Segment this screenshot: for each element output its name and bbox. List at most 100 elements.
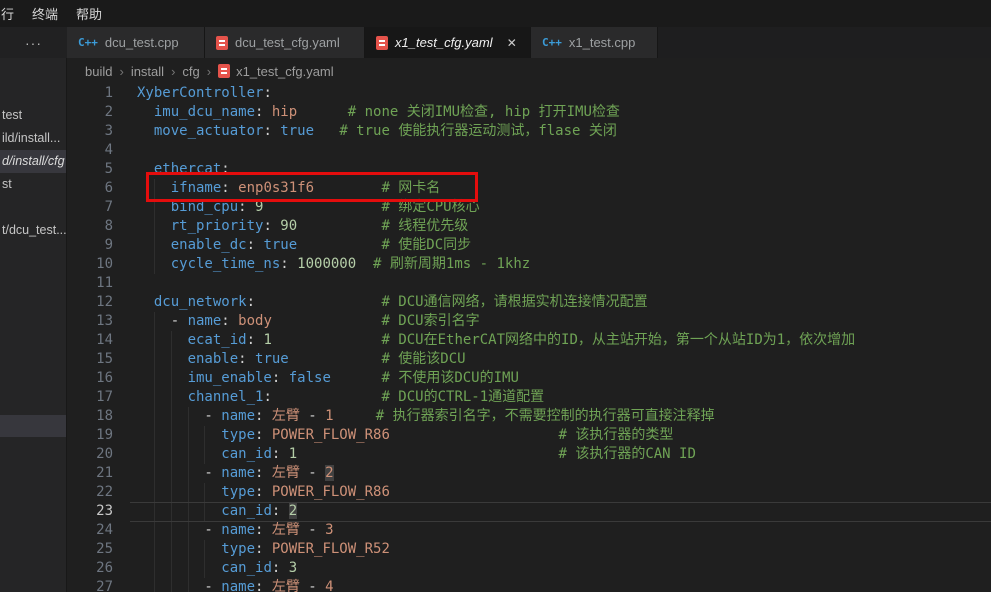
menu-item-1[interactable]: 行 <box>0 4 23 23</box>
code-token: # DCU在EtherCAT网络中的ID，从主站开始，第一个从站ID为1，依次增… <box>381 332 855 348</box>
code-token: ifname <box>171 180 222 196</box>
sidebar-item-3[interactable]: d/install/cfg <box>0 150 66 173</box>
editor-actions-overflow[interactable]: ··· <box>0 27 67 58</box>
line-number: 24 <box>67 521 137 540</box>
menu-item-2[interactable]: 终端 <box>23 4 67 23</box>
code-token: name <box>221 465 255 481</box>
code-token: : <box>255 104 272 120</box>
code-line-6[interactable]: 6 ifname: enp0s31f6 # 网卡名 <box>67 179 991 198</box>
code-token: type <box>221 427 255 443</box>
breadcrumb-item-cfg[interactable]: cfg <box>182 64 199 79</box>
code-line-23[interactable]: 23 can_id: 2 <box>67 502 991 521</box>
code-line-4[interactable]: 4 <box>67 141 991 160</box>
code-line-19[interactable]: 19 type: POWER_FLOW_R86 # 该执行器的类型 <box>67 426 991 445</box>
indent-guide <box>188 445 189 464</box>
breadcrumb-file[interactable]: x1_test_cfg.yaml <box>218 64 334 79</box>
code-token <box>137 560 221 576</box>
code-line-14[interactable]: 14 ecat_id: 1 # DCU在EtherCAT网络中的ID，从主站开始… <box>67 331 991 350</box>
tab-x1_test_cfg.yaml[interactable]: x1_test_cfg.yaml ✕ <box>365 27 531 58</box>
code-line-10[interactable]: 10 cycle_time_ns: 1000000 # 刷新周期1ms - 1k… <box>67 255 991 274</box>
code-token: ecat_id <box>188 332 247 348</box>
code-line-13[interactable]: 13 - name: body # DCU索引名字 <box>67 312 991 331</box>
sidebar-empty-selection[interactable] <box>0 415 67 437</box>
code-line-20[interactable]: 20 can_id: 1 # 该执行器的CAN ID <box>67 445 991 464</box>
line-number: 7 <box>67 198 137 217</box>
indent-guide <box>154 236 155 255</box>
code-token <box>314 123 339 139</box>
code-token: : <box>263 85 271 101</box>
code-token <box>137 294 154 310</box>
code-line-9[interactable]: 9 enable_dc: true # 使能DC同步 <box>67 236 991 255</box>
code-token: name <box>188 313 222 329</box>
breadcrumb-file-name: x1_test_cfg.yaml <box>236 64 334 79</box>
code-line-8[interactable]: 8 rt_priority: 90 # 线程优先级 <box>67 217 991 236</box>
line-number: 18 <box>67 407 137 426</box>
highlighted-token: 2 <box>289 503 297 519</box>
vscode-window: 行终端帮助 ··· C++dcu_test.cppdcu_test_cfg.ya… <box>0 0 991 592</box>
code-token: move_actuator <box>154 123 264 139</box>
indent-guide <box>204 502 205 521</box>
code-token: : <box>255 522 272 538</box>
code-token: # DCU的CTRL-1通道配置 <box>381 389 544 405</box>
indent-guide <box>171 445 172 464</box>
line-number: 12 <box>67 293 137 312</box>
indent-guide <box>171 464 172 483</box>
code-token: # 使能该DCU <box>381 351 465 367</box>
code-token: bind_cpu <box>171 199 238 215</box>
code-line-17[interactable]: 17 channel_1: # DCU的CTRL-1通道配置 <box>67 388 991 407</box>
code-line-26[interactable]: 26 can_id: 3 <box>67 559 991 578</box>
code-token: imu_dcu_name <box>154 104 255 120</box>
code-line-7[interactable]: 7 bind_cpu: 9 # 绑定CPU核心 <box>67 198 991 217</box>
code-token <box>289 351 382 367</box>
code-line-25[interactable]: 25 type: POWER_FLOW_R52 <box>67 540 991 559</box>
line-number: 2 <box>67 103 137 122</box>
code-token: : <box>280 256 297 272</box>
line-number: 1 <box>67 84 137 103</box>
code-token: : <box>247 332 264 348</box>
code-line-18[interactable]: 18 - name: 左臂 - 1 # 执行器索引名字，不需要控制的执行器可直接… <box>67 407 991 426</box>
sidebar-item-5[interactable] <box>0 196 66 219</box>
sidebar-item-2[interactable]: ild/install... <box>0 127 66 150</box>
sidebar-item-1[interactable]: test <box>0 104 66 127</box>
code-line-16[interactable]: 16 imu_enable: false # 不使用该DCU的IMU <box>67 369 991 388</box>
tab-label: x1_test_cfg.yaml <box>395 35 493 50</box>
code-token: 左臂 <box>272 465 300 481</box>
indent-guide <box>204 426 205 445</box>
code-token <box>137 389 188 405</box>
code-line-3[interactable]: 3 move_actuator: true # true 使能执行器运动测试，f… <box>67 122 991 141</box>
code-line-12[interactable]: 12 dcu_network: # DCU通信网络，请根据实机连接情况配置 <box>67 293 991 312</box>
breadcrumb-item-install[interactable]: install <box>131 64 164 79</box>
code-line-15[interactable]: 15 enable: true # 使能该DCU <box>67 350 991 369</box>
code-token <box>356 256 373 272</box>
code-line-1[interactable]: 1XyberController: <box>67 84 991 103</box>
code-token: : <box>221 313 238 329</box>
menu-item-3[interactable]: 帮助 <box>67 4 111 23</box>
code-token: - <box>137 465 221 481</box>
line-number: 5 <box>67 160 137 179</box>
code-token: : <box>247 237 264 253</box>
code-line-22[interactable]: 22 type: POWER_FLOW_R86 <box>67 483 991 502</box>
tab-label: dcu_test.cpp <box>105 35 179 50</box>
code-line-5[interactable]: 5 ethercat: <box>67 160 991 179</box>
code-token: name <box>221 522 255 538</box>
code-token: # 使能DC同步 <box>381 237 471 253</box>
code-token: : <box>221 161 229 177</box>
code-line-21[interactable]: 21 - name: 左臂 - 2 <box>67 464 991 483</box>
tab-x1_test.cpp[interactable]: C++x1_test.cpp <box>531 27 658 58</box>
indent-guide <box>154 559 155 578</box>
code-line-11[interactable]: 11 <box>67 274 991 293</box>
code-line-2[interactable]: 2 imu_dcu_name: hip # none 关闭IMU检查, hip … <box>67 103 991 122</box>
indent-guide <box>188 407 189 426</box>
sidebar-item-4[interactable]: st <box>0 173 66 196</box>
code-area[interactable]: 1XyberController:2 imu_dcu_name: hip # n… <box>67 84 991 592</box>
sidebar-item-6[interactable]: t/dcu_test... <box>0 219 66 242</box>
tab-dcu_test.cpp[interactable]: C++dcu_test.cpp <box>67 27 205 58</box>
code-line-27[interactable]: 27 - name: 左臂 - 4 <box>67 578 991 592</box>
tab-dcu_test_cfg.yaml[interactable]: dcu_test_cfg.yaml <box>205 27 365 58</box>
code-token: imu_enable <box>188 370 272 386</box>
line-number: 17 <box>67 388 137 407</box>
indent-guide <box>154 578 155 592</box>
code-line-24[interactable]: 24 - name: 左臂 - 3 <box>67 521 991 540</box>
breadcrumb-item-build[interactable]: build <box>85 64 112 79</box>
close-icon[interactable]: ✕ <box>505 36 519 50</box>
